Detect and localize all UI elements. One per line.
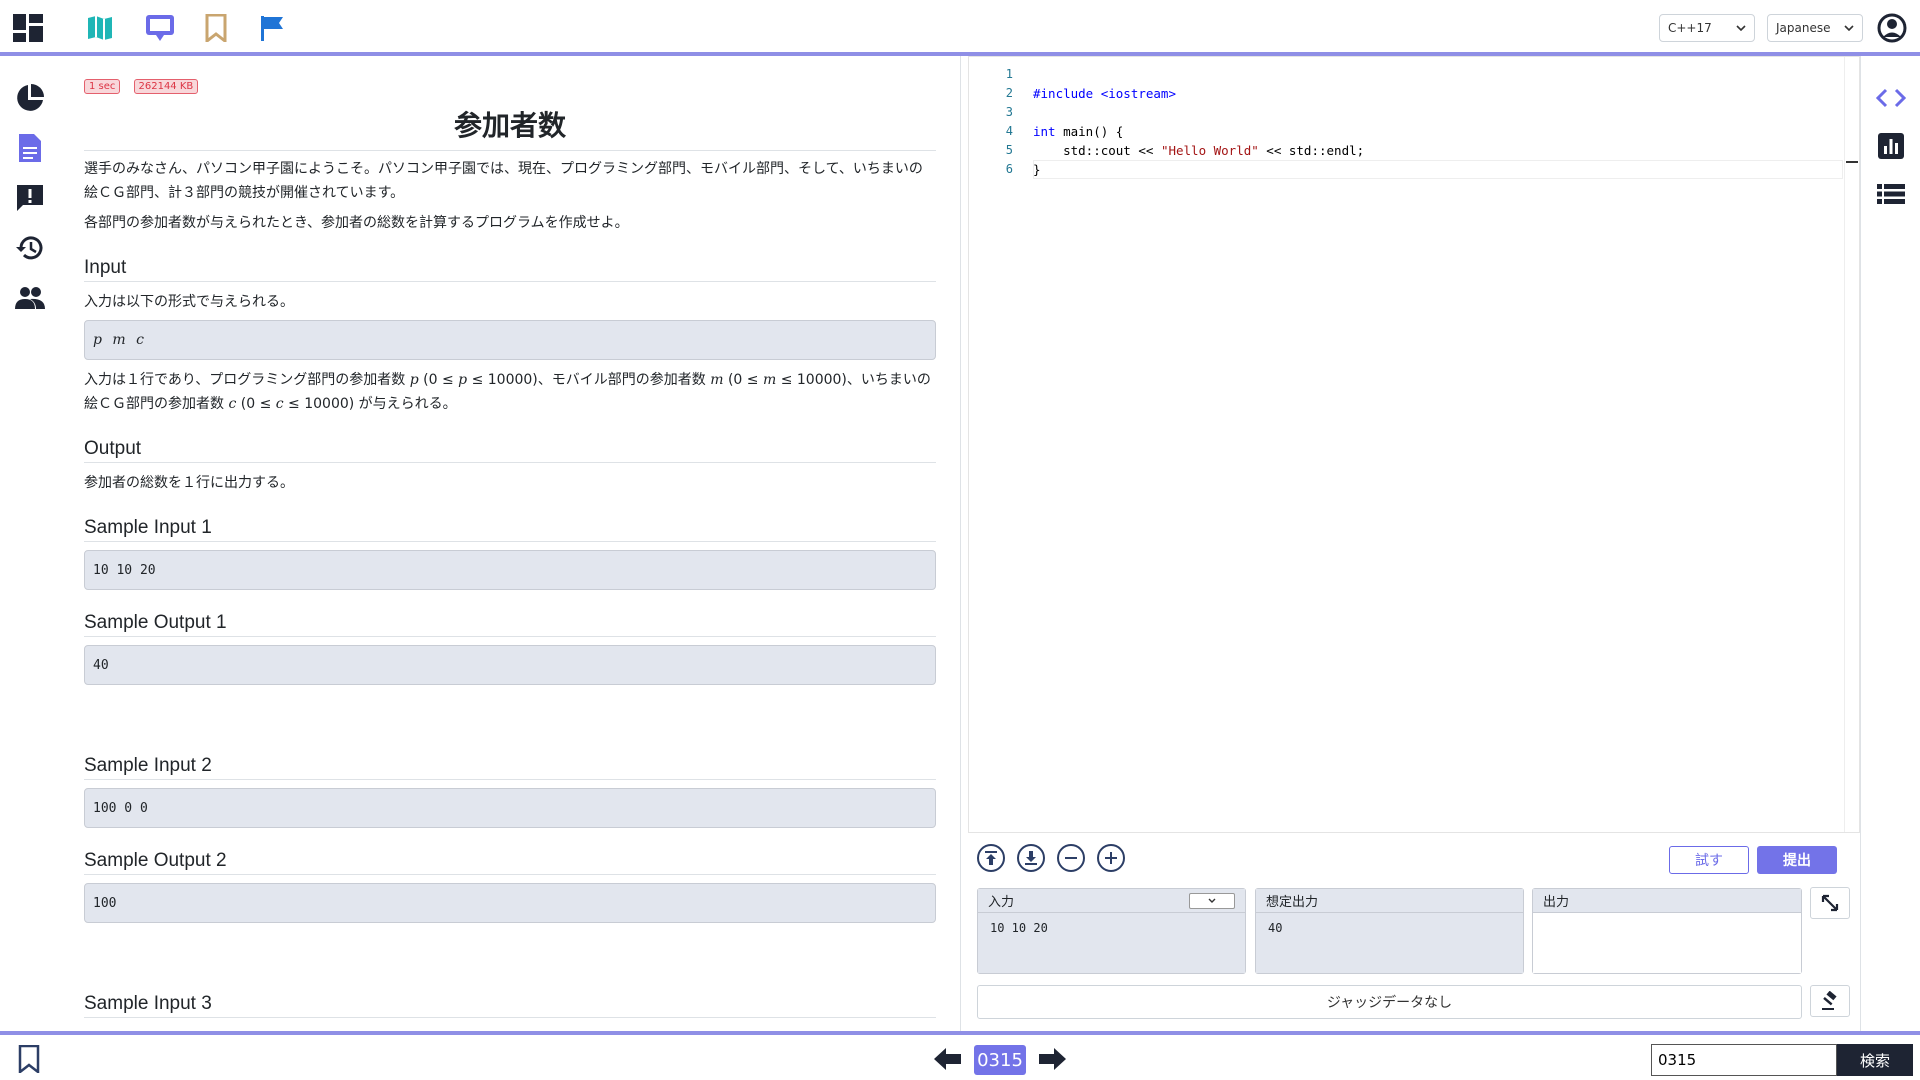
input-heading: Input: [84, 257, 936, 282]
locale-select-value: Japanese: [1776, 21, 1831, 35]
output-description: 参加者の総数を１行に出力する。: [84, 475, 294, 491]
next-problem-button[interactable]: [1038, 1047, 1066, 1075]
input-panel-label: 入力: [988, 895, 1015, 910]
line-numbers: 1 2 3 4 5 6: [1005, 67, 1013, 176]
monitor-icon[interactable]: [144, 12, 176, 44]
users-icon[interactable]: [14, 282, 46, 314]
problem-statement-task: 各部門の参加者数が与えられたとき、参加者の総数を計算するプログラムを作成せよ。: [84, 215, 629, 231]
language-select-value: C++17: [1668, 21, 1712, 35]
zoom-in-button[interactable]: [1097, 844, 1125, 872]
submit-button[interactable]: 提出: [1757, 846, 1837, 874]
search-button[interactable]: 検索: [1837, 1044, 1913, 1076]
problem-statement: 選手のみなさん、パソコン甲子園にようこそ。パソコン甲子園では、現在、プログラミン…: [84, 161, 923, 201]
sample-output-value: 40: [93, 657, 109, 673]
download-button[interactable]: [1017, 844, 1045, 872]
search-input[interactable]: [1651, 1044, 1837, 1076]
expand-icon: [1821, 894, 1839, 912]
bookmark-icon[interactable]: [18, 1044, 40, 1077]
output-panel-value: [1533, 913, 1801, 973]
output-heading: Output: [84, 438, 936, 463]
left-sidebar: [0, 56, 61, 1031]
plus-icon: [1105, 852, 1117, 864]
previous-problem-button[interactable]: [934, 1047, 962, 1075]
upload-icon: [985, 851, 997, 865]
expected-output-value: 40: [1256, 913, 1523, 973]
pie-chart-icon[interactable]: [14, 82, 46, 114]
flag-icon[interactable]: [256, 12, 288, 44]
locale-select[interactable]: Japanese: [1767, 14, 1863, 42]
arrow-right-icon: [1039, 1048, 1066, 1070]
problem-title: 参加者数: [84, 104, 936, 151]
input-sample-dropdown[interactable]: [1189, 892, 1235, 909]
time-limit-badge: 1 sec: [84, 79, 121, 94]
gavel-icon: [1822, 991, 1837, 1010]
input-description: 入力は１行であり、プログラミング部門の参加者数 p (0 ≤ p ≤ 10000…: [84, 372, 931, 412]
sample-input-heading: Sample Input 1: [84, 517, 936, 542]
sample-input-value: 100 0 0: [93, 800, 148, 816]
input-panel: 入力 10 10 20: [977, 888, 1246, 974]
download-icon: [1025, 851, 1037, 865]
problem-id-display: 0315: [974, 1045, 1026, 1075]
right-sidebar: [1860, 56, 1920, 1031]
input-panel-value[interactable]: 10 10 20: [978, 913, 1245, 973]
feedback-icon[interactable]: [14, 182, 46, 214]
code-text[interactable]: #include <iostream>​int main() { std::co…: [1033, 65, 1853, 236]
sample-output-value: 100: [93, 895, 117, 911]
memory-limit-badge: 262144 KB: [133, 79, 199, 94]
account-icon[interactable]: [1876, 12, 1908, 44]
output-panel-label: 出力: [1543, 895, 1570, 910]
list-icon[interactable]: [1875, 178, 1907, 210]
bookmark-icon[interactable]: [200, 12, 232, 44]
sample-input-box: 100 0 0: [84, 788, 936, 828]
input-format-box: p m c: [84, 320, 936, 360]
chevron-down-icon: [1208, 898, 1216, 903]
bar-chart-icon[interactable]: [1875, 130, 1907, 162]
sample-output-box: 40: [84, 645, 936, 685]
editor-toolbar: 試す 提出: [968, 838, 1860, 878]
minus-icon: [1065, 857, 1077, 859]
arrow-left-icon: [934, 1048, 961, 1070]
language-select[interactable]: C++17: [1659, 14, 1755, 42]
chevron-down-icon: [1736, 25, 1746, 31]
expand-button[interactable]: [1810, 887, 1850, 919]
sample-input-heading: Sample Input 3: [84, 993, 936, 1018]
sample-input-box: 10 10 20: [84, 550, 936, 590]
code-icon[interactable]: [1875, 82, 1907, 114]
sample-output-heading: Sample Output 2: [84, 850, 936, 875]
chevron-down-icon: [1844, 25, 1854, 31]
sample-output-box: 100: [84, 883, 936, 923]
sample-input-value: 10 10 20: [93, 562, 156, 578]
output-panel: 出力: [1532, 888, 1802, 974]
code-editor[interactable]: 1 2 3 4 5 6 #include <iostream>​int main…: [968, 56, 1860, 833]
zoom-out-button[interactable]: [1057, 844, 1085, 872]
dashboard-icon[interactable]: [12, 12, 44, 44]
map-icon[interactable]: [84, 12, 116, 44]
sample-input-heading: Sample Input 2: [84, 755, 936, 780]
input-format: p m c: [93, 332, 147, 348]
sample-output-heading: Sample Output 1: [84, 612, 936, 637]
input-intro: 入力は以下の形式で与えられる。: [84, 294, 294, 310]
editor-scrollbar[interactable]: [1844, 57, 1859, 832]
history-icon[interactable]: [14, 232, 46, 264]
upload-button[interactable]: [977, 844, 1005, 872]
problem-panel: 1 sec 262144 KB 参加者数 選手のみなさん、パソコン甲子園にようこ…: [60, 56, 961, 1031]
judge-status: ジャッジデータなし: [977, 985, 1802, 1019]
judge-button[interactable]: [1810, 985, 1850, 1017]
top-bar: C++17 Japanese: [0, 0, 1920, 56]
try-button[interactable]: 試す: [1669, 846, 1749, 874]
document-icon[interactable]: [14, 132, 46, 164]
expected-output-panel: 想定出力 40: [1255, 888, 1524, 974]
bottom-bar: 0315 検索: [0, 1031, 1920, 1080]
expected-output-label: 想定出力: [1266, 895, 1319, 910]
